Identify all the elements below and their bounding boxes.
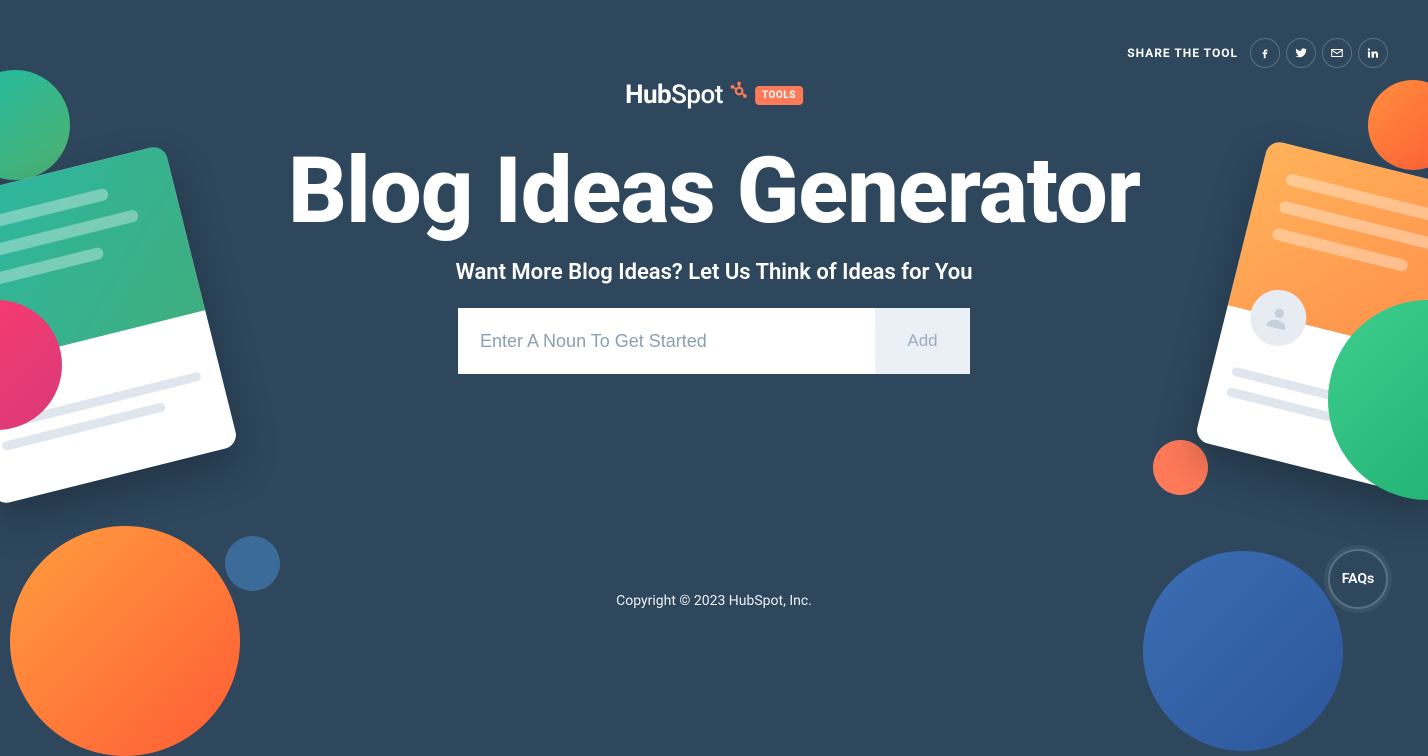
facebook-icon[interactable]	[1250, 38, 1280, 68]
faqs-button[interactable]: FAQs	[1328, 549, 1388, 609]
sprocket-icon	[729, 81, 749, 101]
page-title: Blog Ideas Generator	[0, 138, 1428, 245]
page-subtitle: Want More Blog Ideas? Let Us Think of Id…	[0, 260, 1428, 285]
logo-brand-light: Spot	[671, 80, 723, 110]
footer-copyright: Copyright © 2023 HubSpot, Inc.	[0, 593, 1428, 609]
decor-circle	[10, 526, 240, 756]
hubspot-logo: HubSpot TOOLS	[625, 80, 803, 110]
noun-form: Add	[458, 308, 970, 374]
faqs-label: FAQs	[1342, 571, 1375, 587]
share-bar: SHARE THE TOOL	[1127, 38, 1388, 68]
logo-brand-bold: Hub	[625, 80, 671, 110]
twitter-icon[interactable]	[1286, 38, 1316, 68]
decor-circle	[1153, 440, 1208, 495]
noun-input[interactable]	[458, 308, 875, 374]
add-button[interactable]: Add	[875, 308, 970, 374]
linkedin-icon[interactable]	[1358, 38, 1388, 68]
share-label: SHARE THE TOOL	[1127, 46, 1238, 60]
email-icon[interactable]	[1322, 38, 1352, 68]
tools-badge: TOOLS	[755, 86, 803, 105]
decor-circle	[225, 536, 280, 591]
decor-circle	[1143, 551, 1343, 751]
